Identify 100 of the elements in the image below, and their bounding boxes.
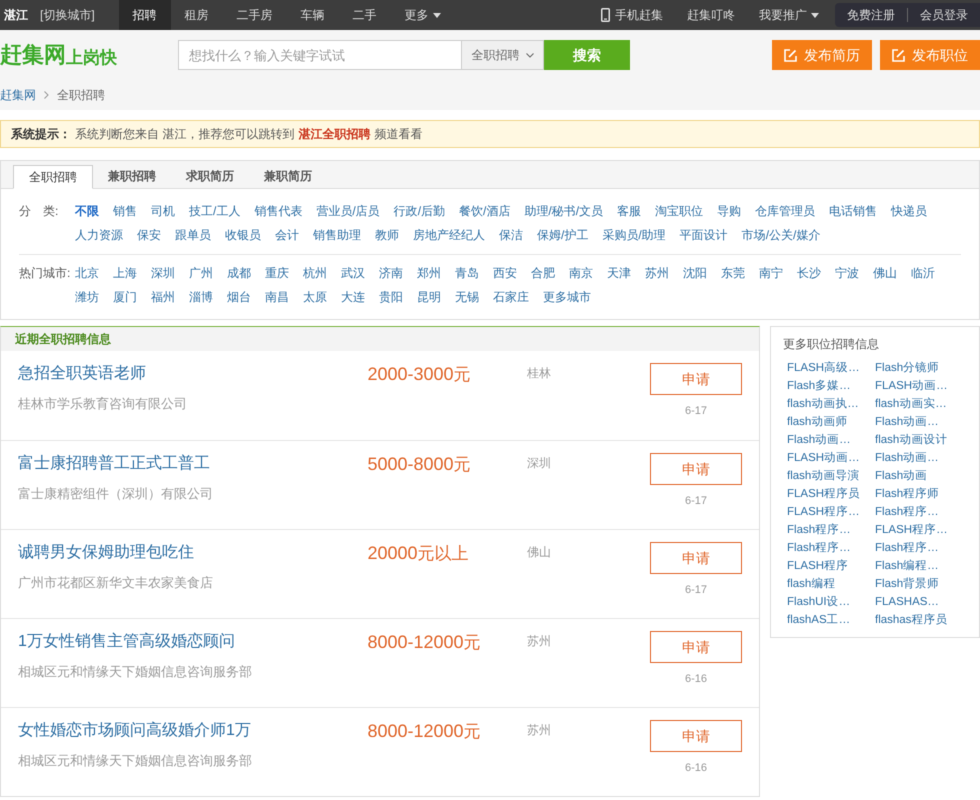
job-link[interactable]: flash动画导演 (787, 467, 875, 485)
filter-link[interactable]: 会计 (275, 223, 299, 247)
nav-tab[interactable]: 二手房 (222, 0, 287, 30)
filter-link[interactable]: 北京 (75, 261, 99, 285)
job-link[interactable]: flashAS工… (787, 611, 875, 629)
job-link[interactable]: Flash背景师 (875, 575, 963, 593)
category-dropdown[interactable]: 全职招聘 (462, 40, 544, 70)
job-link[interactable]: Flash程序… (875, 503, 963, 521)
filter-link[interactable]: 长沙 (797, 261, 821, 285)
filter-link[interactable]: 电话销售 (829, 199, 878, 223)
job-link[interactable]: Flash动画… (875, 449, 963, 467)
job-title-link[interactable]: 1万女性销售主管高级婚恋顾问 (18, 631, 368, 653)
filter-link[interactable]: 平面设计 (680, 223, 728, 247)
apply-button[interactable]: 申请 (650, 720, 742, 752)
account-link[interactable]: 会员登录 (908, 6, 980, 24)
filter-link[interactable]: 淄博 (189, 285, 213, 309)
filter-link[interactable]: 大连 (341, 285, 365, 309)
filter-tab[interactable]: 兼职简历 (249, 164, 327, 188)
job-link[interactable]: flash动画实… (875, 395, 963, 413)
apply-button[interactable]: 申请 (650, 363, 742, 395)
filter-link[interactable]: 贵阳 (379, 285, 403, 309)
filter-link[interactable]: 销售代表 (254, 199, 302, 223)
filter-link[interactable]: 保姆/护工 (537, 223, 588, 247)
filter-link[interactable]: 临沂 (911, 261, 935, 285)
filter-link[interactable]: 收银员 (225, 223, 261, 247)
filter-link[interactable]: 无锡 (455, 285, 479, 309)
filter-link[interactable]: 行政/后勤 (394, 199, 446, 223)
job-link[interactable]: FLASH程序… (787, 503, 875, 521)
apply-button[interactable]: 申请 (650, 453, 742, 485)
filter-link[interactable]: 深圳 (151, 261, 175, 285)
filter-link[interactable]: 教师 (375, 223, 399, 247)
filter-link[interactable]: 销售 (113, 199, 137, 223)
job-link[interactable]: flash编程 (787, 575, 875, 593)
filter-link[interactable]: 南京 (569, 261, 593, 285)
filter-link[interactable]: 跟单员 (175, 223, 211, 247)
filter-link[interactable]: 武汉 (341, 261, 365, 285)
job-link[interactable]: Flash动画… (787, 431, 875, 449)
filter-link[interactable]: 上海 (113, 261, 137, 285)
filter-link[interactable]: 东莞 (721, 261, 745, 285)
filter-link[interactable]: 佛山 (873, 261, 897, 285)
filter-link[interactable]: 不限 (75, 199, 99, 223)
apply-button[interactable]: 申请 (650, 542, 742, 574)
filter-link[interactable]: 成都 (227, 261, 251, 285)
filter-link[interactable]: 人力资源 (75, 223, 123, 247)
breadcrumb-link[interactable]: 赶集网 (0, 86, 36, 104)
filter-link[interactable]: 青岛 (455, 261, 479, 285)
filter-link[interactable]: 济南 (379, 261, 403, 285)
nav-tab[interactable]: 招聘 (118, 0, 171, 30)
job-link[interactable]: flash动画执… (787, 395, 875, 413)
filter-tab[interactable]: 兼职招聘 (93, 164, 171, 188)
filter-link[interactable]: 淘宝职位 (655, 199, 704, 223)
filter-link[interactable]: 福州 (151, 285, 175, 309)
filter-link[interactable]: 销售助理 (313, 223, 361, 247)
notice-link[interactable]: 湛江全职招聘 (298, 125, 370, 143)
job-link[interactable]: Flash多媒… (787, 377, 875, 395)
job-link[interactable]: FLASH程序员 (787, 485, 875, 503)
nav-tab[interactable]: 租房 (170, 0, 223, 30)
job-link[interactable]: Flash程序… (787, 539, 875, 557)
nav-tab[interactable]: 二手 (338, 0, 391, 30)
filter-link[interactable]: 天津 (607, 261, 631, 285)
filter-link[interactable]: 石家庄 (493, 285, 529, 309)
filter-link[interactable]: 市场/公关/媒介 (742, 223, 820, 247)
filter-link[interactable]: 采购员/助理 (602, 223, 666, 247)
job-link[interactable]: Flash动画 (875, 467, 963, 485)
job-link[interactable]: FLASHAS… (875, 593, 963, 611)
job-link[interactable]: FLASH高级… (787, 359, 875, 377)
filter-link[interactable]: 导购 (717, 199, 742, 223)
top-link[interactable]: 我要推广 (747, 6, 831, 24)
filter-link[interactable]: 快递员 (891, 199, 928, 223)
filter-link[interactable]: 客服 (617, 199, 642, 223)
job-link[interactable]: flash动画设计 (875, 431, 963, 449)
filter-link[interactable]: 烟台 (227, 285, 251, 309)
top-link[interactable]: 赶集叮咚 (675, 6, 747, 24)
job-link[interactable]: Flash编程… (875, 557, 963, 575)
search-button[interactable]: 搜索 (544, 40, 630, 70)
filter-link[interactable]: 餐饮/酒店 (459, 199, 510, 223)
filter-link[interactable]: 沈阳 (683, 261, 707, 285)
job-title-link[interactable]: 女性婚恋市场顾问高级婚介师1万 (18, 720, 368, 742)
filter-link[interactable]: 仓库管理员 (755, 199, 816, 223)
switch-city-link[interactable]: [切换城市] (32, 6, 103, 24)
job-link[interactable]: FlashUI设… (787, 593, 875, 611)
filter-link[interactable]: 西安 (493, 261, 517, 285)
filter-link[interactable]: 苏州 (645, 261, 669, 285)
job-title-link[interactable]: 诚聘男女保姆助理包吃住 (18, 542, 368, 564)
nav-tab[interactable]: 车辆 (286, 0, 339, 30)
job-link[interactable]: Flash程序… (787, 521, 875, 539)
filter-tab[interactable]: 全职招聘 (13, 165, 93, 189)
filter-link[interactable]: 合肥 (531, 261, 555, 285)
filter-link[interactable]: 技工/工人 (189, 199, 240, 223)
account-link[interactable]: 免费注册 (835, 6, 907, 24)
filter-link[interactable]: 营业员/店员 (316, 199, 380, 223)
filter-link[interactable]: 杭州 (303, 261, 327, 285)
filter-link[interactable]: 南宁 (759, 261, 783, 285)
apply-button[interactable]: 申请 (650, 631, 742, 663)
filter-link[interactable]: 保洁 (499, 223, 523, 247)
filter-link[interactable]: 保安 (137, 223, 161, 247)
filter-link[interactable]: 潍坊 (75, 285, 99, 309)
filter-link[interactable]: 司机 (151, 199, 175, 223)
filter-tab[interactable]: 求职简历 (171, 164, 249, 188)
job-link[interactable]: Flash分镜师 (875, 359, 963, 377)
